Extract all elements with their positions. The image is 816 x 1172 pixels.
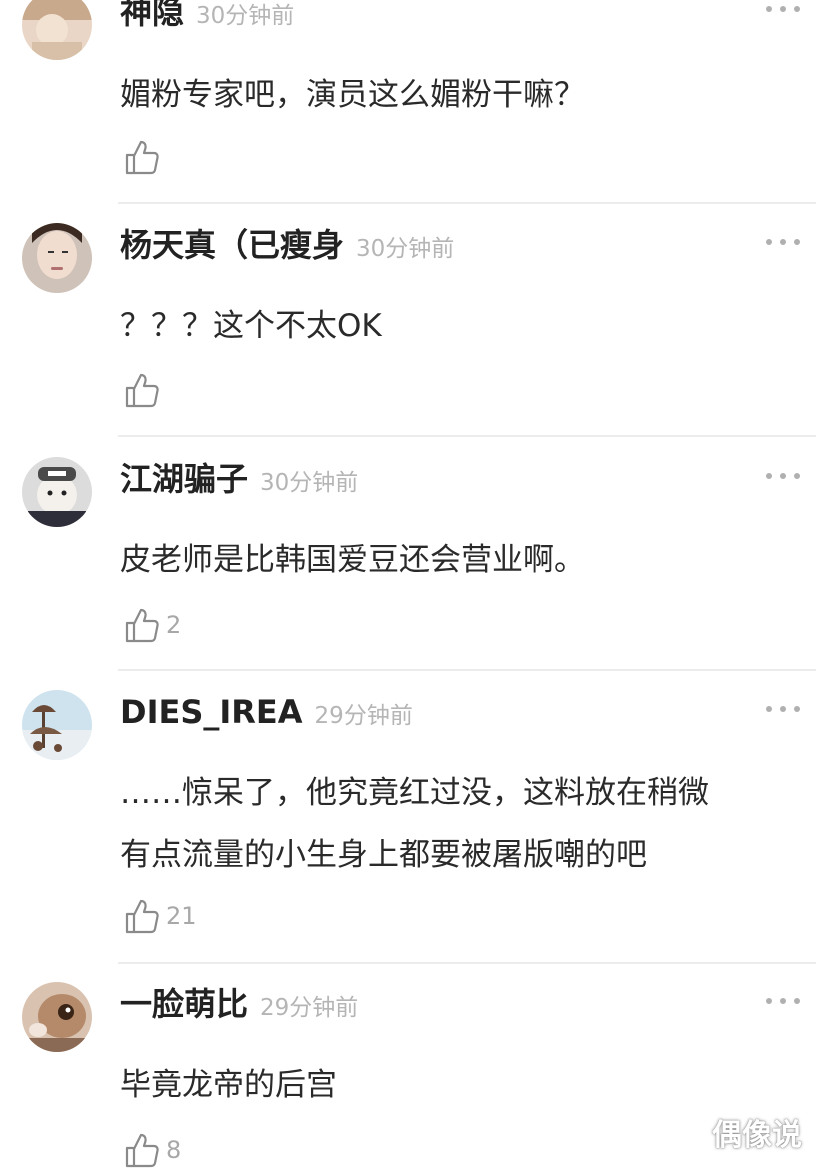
like-count: 21 (166, 902, 197, 930)
username[interactable]: 神隐 30分钟前 (120, 0, 294, 36)
like-button[interactable]: 8 (124, 1130, 181, 1170)
username-text: 神隐 (120, 0, 185, 31)
more-icon[interactable] (766, 6, 802, 14)
comment-text: ？？？这个不太OK (120, 295, 790, 357)
timestamp: 29分钟前 (314, 703, 413, 729)
like-count: 2 (166, 611, 182, 639)
username[interactable]: 一脸萌比 29分钟前 (120, 984, 358, 1028)
username[interactable]: 江湖骗子 30分钟前 (120, 459, 358, 503)
divider (118, 962, 816, 964)
avatar[interactable] (22, 690, 92, 760)
watermark: 偶像说 (712, 1118, 802, 1153)
divider (118, 669, 816, 671)
username-text: 一脸萌比 (120, 985, 249, 1023)
more-icon[interactable] (766, 473, 802, 481)
more-icon[interactable] (766, 706, 802, 714)
timestamp: 29分钟前 (260, 995, 359, 1021)
like-button[interactable]: 2 (124, 605, 181, 645)
thumbs-up-icon (124, 606, 160, 644)
like-button[interactable] (124, 370, 166, 410)
avatar[interactable] (22, 223, 92, 293)
timestamp: 30分钟前 (196, 3, 295, 29)
comment-line: 皮老师是比韩国爱豆还会营业啊。 (120, 542, 585, 578)
comment-text: 媚粉专家吧，演员这么媚粉干嘛？ (120, 64, 790, 126)
avatar[interactable] (22, 457, 92, 527)
comment-line: 毕竟龙帝的后宫 (120, 1067, 337, 1103)
divider (118, 202, 816, 204)
avatar[interactable] (22, 982, 92, 1052)
like-button[interactable] (124, 137, 166, 177)
username[interactable]: DIES_IREA 29分钟前 (120, 692, 413, 736)
like-count: 8 (166, 1136, 182, 1164)
avatar[interactable] (22, 0, 92, 60)
timestamp: 30分钟前 (260, 470, 359, 496)
thumbs-up-icon (124, 1131, 160, 1169)
timestamp: 30分钟前 (356, 236, 455, 262)
divider (118, 435, 816, 437)
comment-text: ……惊呆了，他究竟红过没，这料放在稍微 有点流量的小生身上都要被屠版嘲的吧 (120, 762, 790, 886)
username[interactable]: 杨天真（已瘦身 30分钟前 (120, 225, 454, 269)
thumbs-up-icon (124, 371, 160, 409)
comment-text: 毕竟龙帝的后宫 (120, 1054, 790, 1116)
comment-line: 媚粉专家吧，演员这么媚粉干嘛？ (120, 77, 585, 113)
comment-line: ……惊呆了，他究竟红过没，这料放在稍微 (120, 775, 709, 811)
comment-text: 皮老师是比韩国爱豆还会营业啊。 (120, 529, 790, 591)
username-text: 杨天真（已瘦身 (120, 226, 345, 264)
more-icon[interactable] (766, 239, 802, 247)
thumbs-up-icon (124, 897, 160, 935)
username-text: 江湖骗子 (120, 460, 249, 498)
comment-line: ？？？这个不太OK (120, 308, 382, 344)
more-icon[interactable] (766, 998, 802, 1006)
like-button[interactable]: 21 (124, 896, 197, 936)
thumbs-up-icon (124, 138, 160, 176)
comment-line: 有点流量的小生身上都要被屠版嘲的吧 (120, 837, 647, 873)
username-text: DIES_IREA (120, 693, 303, 731)
